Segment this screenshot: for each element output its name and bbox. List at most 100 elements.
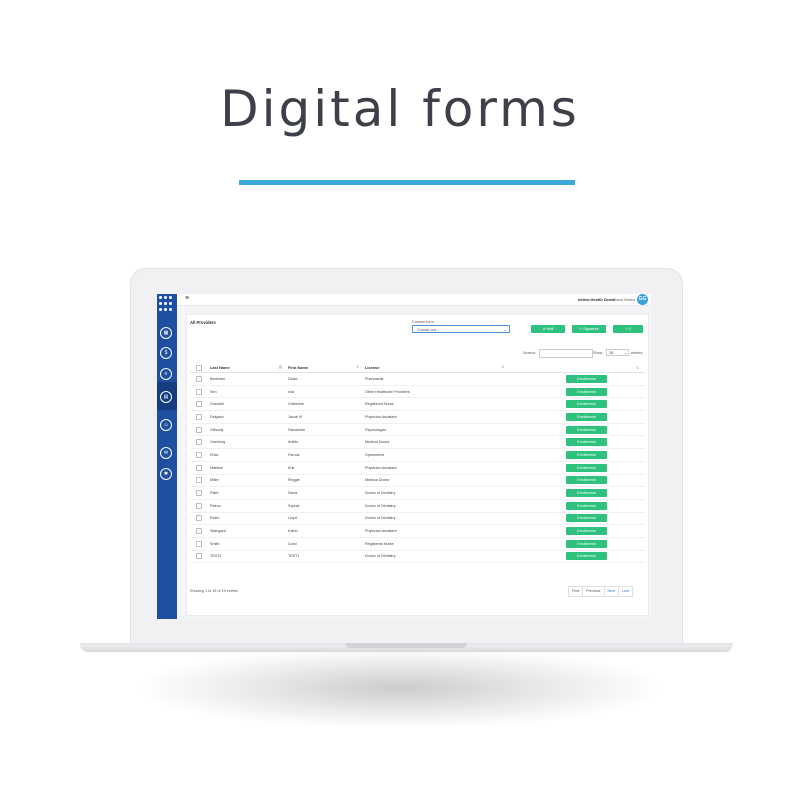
table-row[interactable]: Reich Lloyd Doctor of Dentistry Enrollments	[190, 512, 645, 526]
list-icon[interactable]: ≡	[160, 368, 172, 380]
column-header-first-name[interactable]: First Name ⇅	[288, 363, 365, 373]
enrollments-button[interactable]: Enrollments	[566, 514, 607, 523]
enrollments-button[interactable]: Enrollments	[566, 438, 607, 447]
table-row[interactable]: Crandall Catherine Registered Nurse Enrollm…	[190, 397, 645, 412]
row-checkbox[interactable]	[196, 439, 202, 446]
custom-form-label: Custom form	[412, 320, 434, 324]
row-select-cell	[190, 397, 210, 412]
users-icon[interactable]: ☺	[160, 419, 172, 431]
enrollments-button[interactable]: Enrollments	[566, 374, 607, 383]
action-cell: Enrollments	[510, 461, 645, 475]
app-logo-icon[interactable]	[159, 296, 175, 312]
row-select-cell	[190, 423, 210, 437]
entries-label: entries	[631, 351, 643, 355]
row-checkbox[interactable]	[196, 375, 202, 382]
enrollments-button[interactable]: Enrollments	[566, 489, 607, 498]
hamburger-menu-icon[interactable]: ≡	[185, 295, 189, 302]
row-checkbox[interactable]	[196, 413, 202, 420]
grid-icon[interactable]: ▦	[160, 327, 172, 339]
enrollments-button[interactable]: Enrollments	[566, 476, 607, 485]
add-button[interactable]: + ⚲	[613, 325, 643, 333]
page-title: Digital forms	[220, 80, 580, 138]
enrollments-button[interactable]: Enrollments	[566, 539, 607, 548]
row-checkbox[interactable]	[196, 464, 202, 471]
last-name-cell: Goehring	[210, 435, 288, 450]
table-row[interactable]: Petros Sophia Doctor of Dentistry Enrollmen…	[190, 499, 645, 513]
column-header-license[interactable]: License ⇅	[365, 363, 510, 373]
row-select-cell	[190, 524, 210, 538]
table-row[interactable]: Delgado Jacob III Physician Assistant Enrol…	[190, 410, 645, 424]
pagination-last[interactable]: Last	[619, 587, 632, 596]
pagination-previous[interactable]: Previous	[583, 587, 605, 596]
enrollments-button[interactable]: Enrollments	[566, 387, 607, 396]
avatar[interactable]: GG	[637, 294, 648, 305]
enrollments-button[interactable]: Enrollments	[566, 527, 607, 536]
sort-icon: ⇅	[636, 365, 639, 370]
row-select-cell	[190, 435, 210, 450]
id-card-icon[interactable]: ▤	[160, 391, 172, 403]
enrollments-button[interactable]: Enrollments	[566, 463, 607, 472]
pagination-first[interactable]: First	[569, 587, 584, 596]
pagination-next[interactable]: Next	[605, 587, 620, 596]
row-checkbox[interactable]	[196, 540, 202, 547]
laptop-screen: ▦ $ ≡ ▤ ☺ ✉ ✱ ≡ Initiva Health Demo - Gl…	[157, 294, 651, 619]
row-select-cell	[190, 474, 210, 488]
search-input[interactable]	[539, 349, 593, 358]
license-cell: Doctor of Dentistry	[365, 499, 510, 513]
action-cell: Enrollments	[510, 435, 645, 450]
row-select-cell	[190, 537, 210, 551]
enrollments-button[interactable]: Enrollments	[566, 425, 607, 434]
row-checkbox[interactable]	[196, 515, 202, 522]
row-checkbox[interactable]	[196, 388, 202, 395]
sort-icon: ▥	[278, 365, 282, 369]
table-row[interactable]: TEST2 TEST1 Doctor of Dentistry Enrollments	[190, 550, 645, 564]
signature-button[interactable]: ✎ Signature	[572, 325, 606, 333]
enrollments-button[interactable]: Enrollments	[566, 552, 607, 561]
enrollments-button[interactable]: Enrollments	[566, 412, 607, 421]
row-checkbox[interactable]	[196, 477, 202, 484]
row-checkbox[interactable]	[196, 553, 202, 560]
first-name-cell: sha	[288, 385, 365, 399]
table-row[interactable]: Goehring Adelle Medical Doctor Enrollments	[190, 435, 645, 450]
row-select-cell	[190, 448, 210, 462]
sort-icon: ⇅	[356, 365, 359, 369]
row-checkbox[interactable]	[196, 528, 202, 535]
table-row[interactable]: Beckham David Pharmacist Enrollments	[190, 372, 645, 386]
row-checkbox[interactable]	[196, 426, 202, 433]
table-row[interactable]: Khan Farouk Optometrist Enrollments	[190, 448, 645, 462]
custom-form-select[interactable]: Choose one... ⌄	[412, 325, 510, 333]
row-checkbox[interactable]	[196, 490, 202, 497]
row-checkbox[interactable]	[196, 401, 202, 408]
table-row[interactable]: Mathew Erik Physician Assistant Enrollments	[190, 461, 645, 475]
license-cell: Optometrist	[365, 448, 510, 462]
action-cell: Enrollments	[510, 537, 645, 551]
column-header-last-name[interactable]: Last Name ▥	[210, 363, 288, 373]
table-row[interactable]: Patel Samir Doctor of Dentistry Enrollments	[190, 486, 645, 500]
chat-icon[interactable]: ✉	[160, 447, 172, 459]
settings-icon[interactable]: ✱	[160, 468, 172, 480]
license-cell: Physician Assistant	[365, 410, 510, 424]
enrollments-button[interactable]: Enrollments	[566, 400, 607, 409]
table-row[interactable]: Gilhooly Samantha Psychologist Enrollments	[190, 423, 645, 437]
first-name-cell: Erik	[288, 461, 365, 475]
table-row[interactable]: Sen sha Other Healthcare Providers Enrollme…	[190, 385, 645, 399]
table-row[interactable]: Skangard Katrin Physician Assistant Enrollm…	[190, 524, 645, 538]
panel-title: All Providers	[190, 320, 216, 325]
table-row[interactable]: Miller Reggie Medical Doctor Enrollments	[190, 474, 645, 488]
last-name-cell: Khan	[210, 448, 288, 462]
license-cell: Medical Doctor	[365, 435, 510, 450]
row-checkbox[interactable]	[196, 502, 202, 509]
entries-select[interactable]: 15 ⌄	[606, 349, 629, 356]
dollar-icon[interactable]: $	[160, 347, 172, 359]
table-row[interactable]: Smith Carol Registered Nurse Enrollments	[190, 537, 645, 551]
show-label: Show	[593, 351, 603, 355]
mail-button[interactable]: ✉ Mail	[531, 325, 565, 333]
select-all-checkbox[interactable]	[196, 364, 202, 371]
row-checkbox[interactable]	[196, 451, 202, 458]
last-name-cell: Sen	[210, 385, 288, 399]
enrollments-button[interactable]: Enrollments	[566, 450, 607, 459]
last-name-cell: Crandall	[210, 397, 288, 412]
enrollments-button[interactable]: Enrollments	[566, 501, 607, 510]
row-select-cell	[190, 461, 210, 475]
first-name-cell: TEST1	[288, 550, 365, 564]
